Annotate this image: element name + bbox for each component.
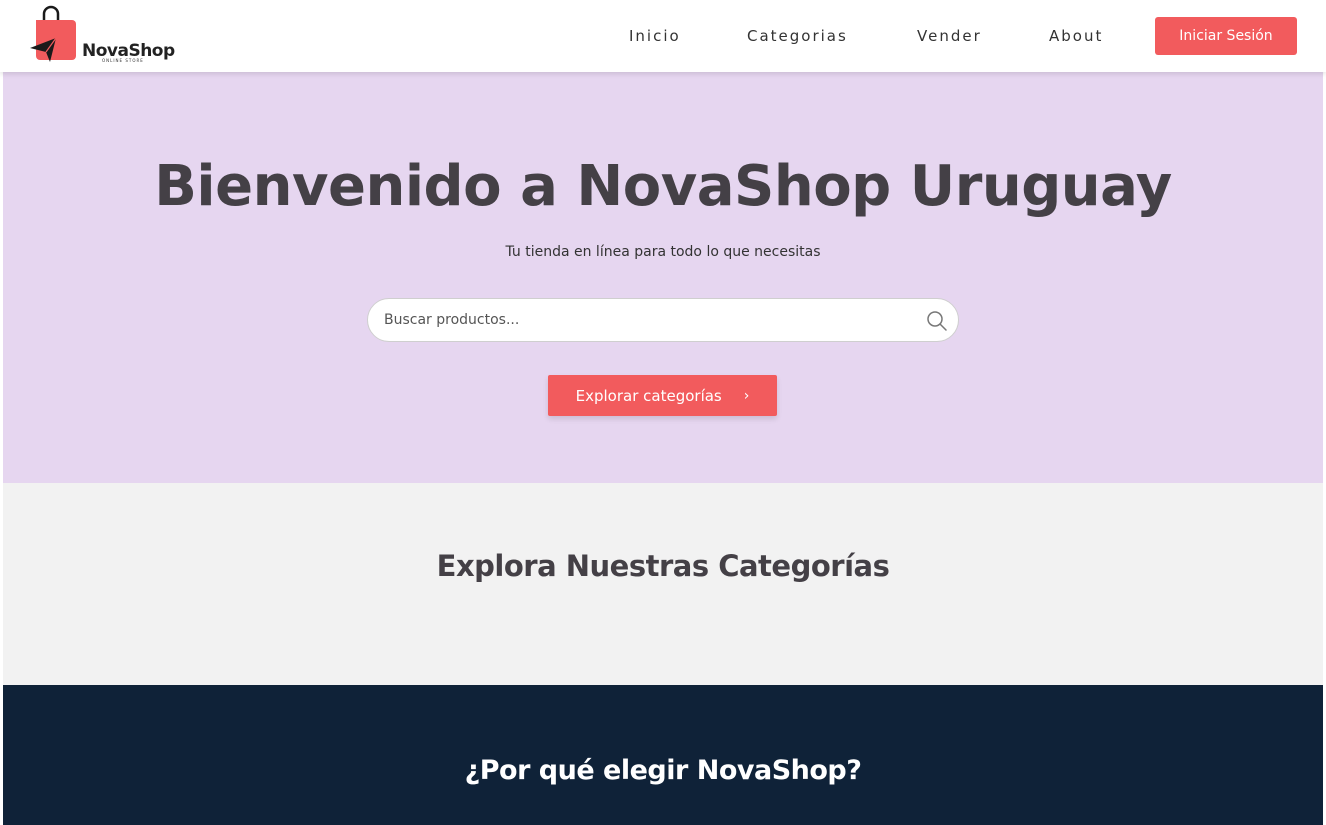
- nav-item-vender[interactable]: Vender: [917, 27, 982, 45]
- logo[interactable]: NovaShop ONLINE STORE: [28, 4, 188, 64]
- nav-item-inicio[interactable]: Inicio: [629, 27, 681, 45]
- hero-section: Bienvenido a NovaShop Uruguay Tu tienda …: [3, 72, 1323, 483]
- hero-subtitle: Tu tienda en línea para todo lo que nece…: [505, 244, 821, 260]
- nav-item-about[interactable]: About: [1049, 27, 1103, 45]
- search-input[interactable]: [384, 299, 914, 341]
- why-title: ¿Por qué elegir NovaShop?: [464, 755, 862, 786]
- nav-item-categorias[interactable]: Categorias: [747, 27, 848, 45]
- site-header: NovaShop ONLINE STORE Inicio Categorias …: [0, 0, 1326, 72]
- login-button[interactable]: Iniciar Sesión: [1155, 17, 1297, 55]
- explore-categories-button[interactable]: Explorar categorías ›: [548, 375, 777, 416]
- explore-categories-label: Explorar categorías: [575, 386, 722, 405]
- chevron-right-icon: ›: [743, 387, 750, 404]
- logo-tagline: ONLINE STORE: [102, 58, 144, 63]
- search-bar: [367, 298, 959, 342]
- categories-title: Explora Nuestras Categorías: [436, 549, 890, 583]
- search-icon[interactable]: [926, 310, 948, 332]
- why-section: ¿Por qué elegir NovaShop?: [3, 685, 1323, 825]
- page: NovaShop ONLINE STORE Inicio Categorias …: [0, 0, 1326, 825]
- categories-section: Explora Nuestras Categorías: [3, 483, 1323, 685]
- shopping-bag-logo-icon: [30, 5, 76, 62]
- hero-title: Bienvenido a NovaShop Uruguay: [154, 154, 1172, 219]
